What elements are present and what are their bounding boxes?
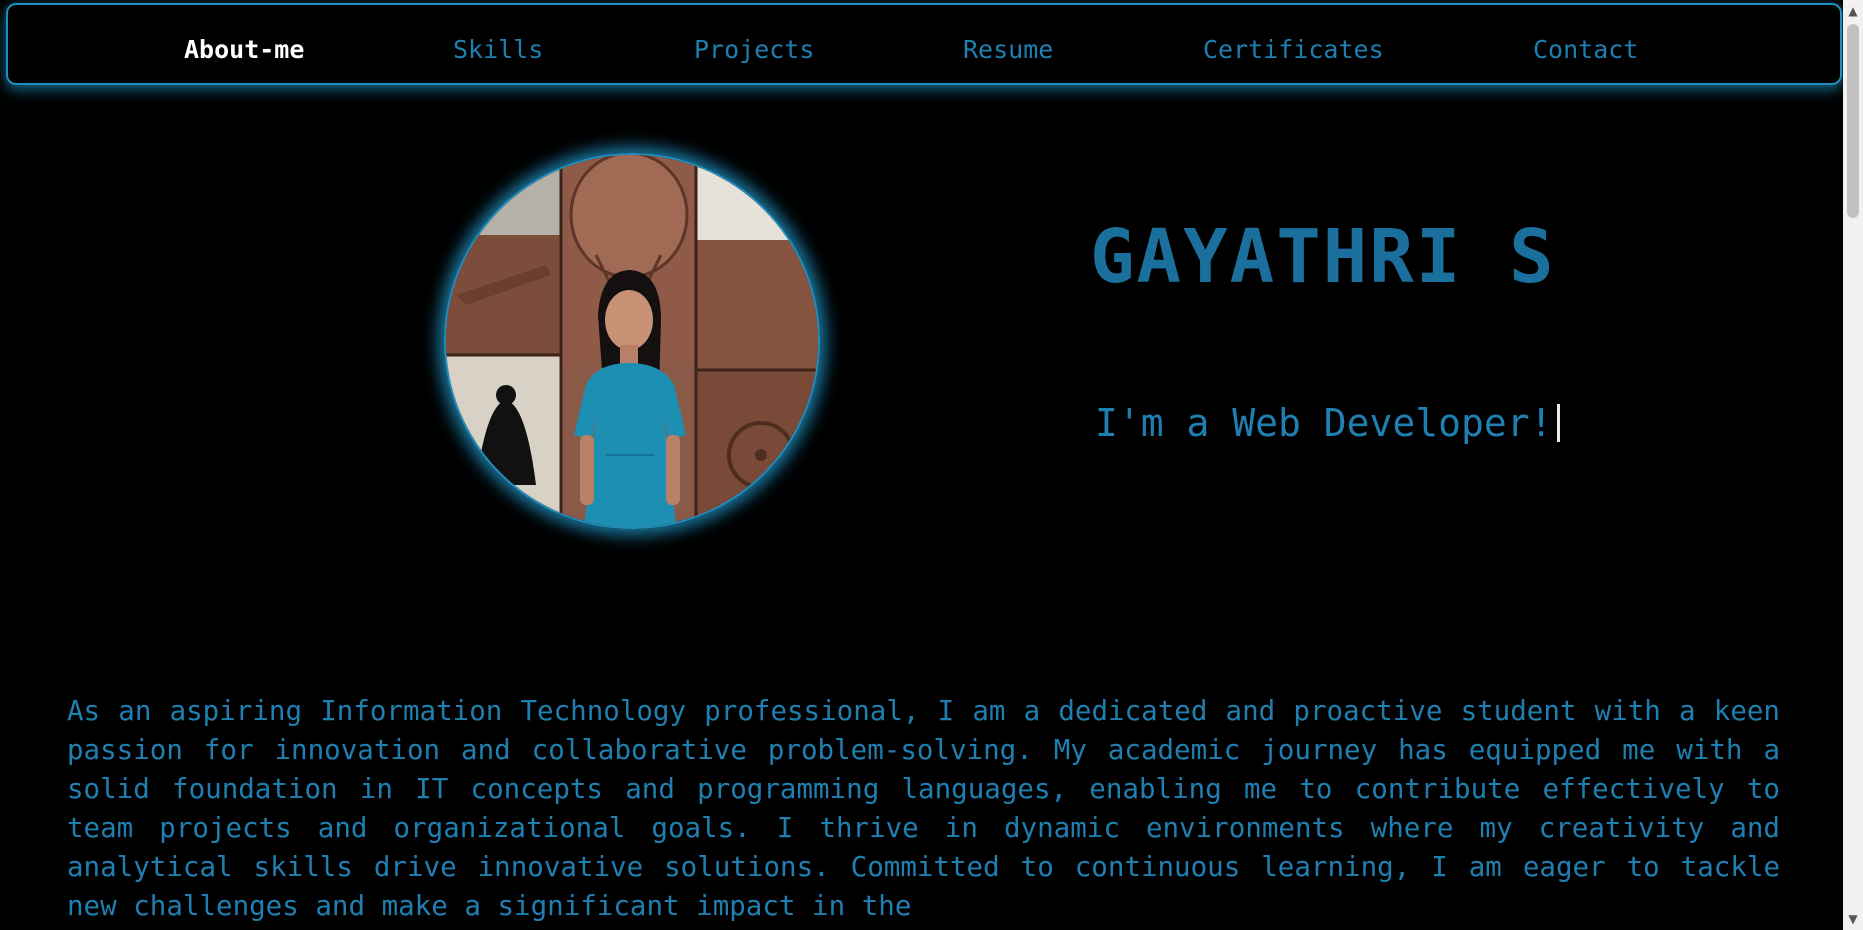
- triangle-up-icon[interactable]: ▲: [1843, 2, 1863, 20]
- nav-resume[interactable]: Resume: [963, 35, 1053, 65]
- portfolio-page: About-me Skills Projects Resume Certific…: [0, 0, 1863, 930]
- nav-skills[interactable]: Skills: [453, 35, 543, 65]
- profile-photo: [444, 153, 820, 529]
- hero-tagline-text: I'm a Web Developer!: [1095, 401, 1553, 445]
- nav-contact[interactable]: Contact: [1533, 35, 1638, 65]
- top-navbar: About-me Skills Projects Resume Certific…: [6, 3, 1842, 85]
- scrollbar-thumb[interactable]: [1847, 24, 1859, 218]
- typing-cursor: [1556, 404, 1560, 442]
- nav-certificates[interactable]: Certificates: [1203, 35, 1384, 65]
- nav-projects[interactable]: Projects: [694, 35, 814, 65]
- profile-photo-illustration: [446, 155, 818, 527]
- hero-tagline: I'm a Web Developer!: [1095, 398, 1560, 448]
- nav-about-me[interactable]: About-me: [184, 35, 304, 65]
- hero-name: GAYATHRI S: [1090, 214, 1556, 300]
- triangle-down-icon[interactable]: ▼: [1843, 910, 1863, 928]
- vertical-scrollbar[interactable]: ▲ ▼: [1843, 0, 1863, 930]
- about-paragraph: As an aspiring Information Technology pr…: [67, 695, 1780, 922]
